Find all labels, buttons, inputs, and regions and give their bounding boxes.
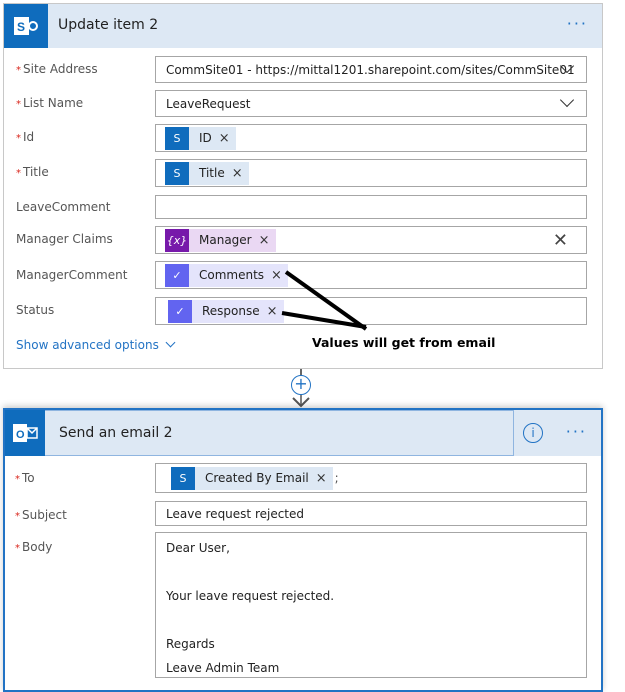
- info-icon[interactable]: i: [523, 423, 543, 443]
- subject-label: * Subject: [15, 508, 67, 522]
- subject-field[interactable]: Leave request rejected: [155, 501, 587, 526]
- body-line: Leave Admin Team: [166, 661, 280, 675]
- token-created-by-email: S Created By Email ×: [171, 466, 333, 490]
- card-header[interactable]: O Send an email 2 i ···: [5, 410, 601, 456]
- more-options-button[interactable]: ···: [566, 422, 587, 441]
- add-step-button[interactable]: +: [291, 375, 311, 395]
- body-line: Your leave request rejected.: [166, 589, 335, 603]
- annotation-text: Values will get from email: [312, 335, 496, 350]
- body-line: Regards: [166, 637, 215, 651]
- to-label: * To: [15, 471, 35, 485]
- remove-token-icon[interactable]: ×: [316, 471, 327, 486]
- separator: ;: [334, 471, 339, 485]
- svg-text:O: O: [16, 429, 25, 441]
- send-email-card: O Send an email 2 i ··· * To S Created By …: [3, 408, 603, 692]
- body-line: Dear User,: [166, 541, 230, 555]
- body-label: * Body: [15, 540, 53, 554]
- body-field[interactable]: Dear User, Your leave request rejected. …: [155, 532, 587, 678]
- card-title: Send an email 2: [59, 425, 173, 441]
- outlook-icon: O: [5, 410, 45, 456]
- to-field[interactable]: S Created By Email ×;: [155, 463, 587, 493]
- sharepoint-icon: S: [171, 466, 195, 490]
